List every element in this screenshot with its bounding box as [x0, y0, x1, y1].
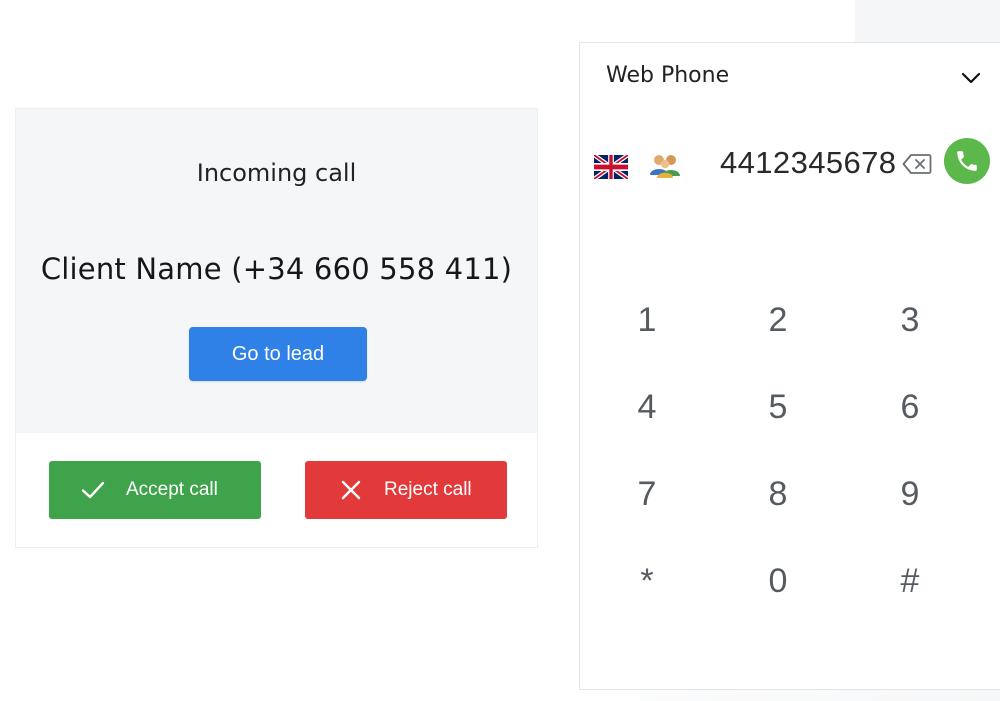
- reject-call-button[interactable]: Reject call: [305, 461, 507, 519]
- keypad-key-2[interactable]: 2: [748, 295, 808, 345]
- keypad-key-9[interactable]: 9: [880, 469, 940, 519]
- reject-call-label: Reject call: [384, 479, 472, 500]
- backspace-icon[interactable]: [902, 153, 932, 175]
- keypad-key-3[interactable]: 3: [880, 295, 940, 345]
- incoming-call-title: Incoming call: [196, 159, 357, 187]
- chevron-down-icon[interactable]: [960, 67, 982, 89]
- keypad-key-0[interactable]: 0: [748, 556, 808, 606]
- background-shape: [855, 0, 1000, 45]
- web-phone-panel: Web Phone 4412345678 1 2 3 4 5 6 7 8 9 *…: [579, 42, 1000, 690]
- phone-call-icon: [957, 151, 977, 171]
- keypad-key-1[interactable]: 1: [617, 295, 677, 345]
- keypad-key-hash[interactable]: #: [880, 556, 940, 606]
- contacts-icon[interactable]: [648, 151, 682, 179]
- accept-call-button[interactable]: Accept call: [49, 461, 261, 519]
- keypad-key-6[interactable]: 6: [880, 382, 940, 432]
- incoming-call-card: Incoming call Client Name (+34 660 558 4…: [15, 108, 538, 548]
- go-to-lead-button[interactable]: Go to lead: [189, 327, 367, 381]
- accept-call-label: Accept call: [126, 479, 218, 500]
- call-button[interactable]: [944, 138, 990, 184]
- check-icon: [81, 481, 105, 499]
- uk-flag-icon[interactable]: [594, 155, 628, 179]
- dial-number-display[interactable]: 4412345678: [720, 145, 896, 181]
- keypad-key-7[interactable]: 7: [617, 469, 677, 519]
- keypad-key-8[interactable]: 8: [748, 469, 808, 519]
- client-name-label: Client Name (+34 660 558 411): [40, 252, 513, 286]
- keypad-key-star[interactable]: *: [617, 556, 677, 606]
- keypad-key-4[interactable]: 4: [617, 382, 677, 432]
- web-phone-title: Web Phone: [606, 63, 730, 88]
- close-icon: [341, 480, 361, 500]
- keypad-key-5[interactable]: 5: [748, 382, 808, 432]
